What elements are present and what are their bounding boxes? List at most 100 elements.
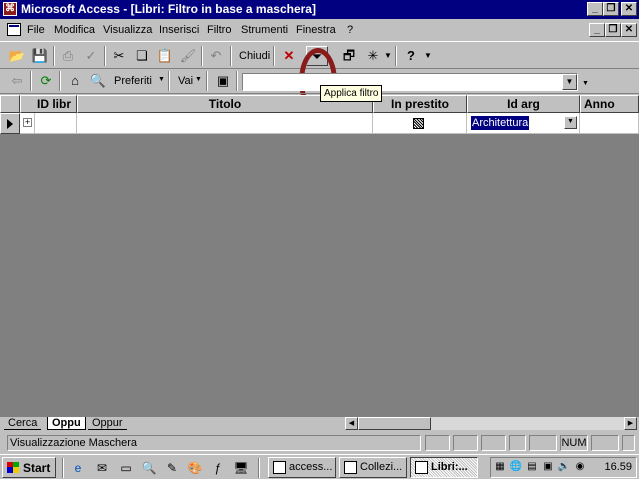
toolbar-separator [395,46,397,66]
status-panel [509,435,526,451]
cell-id-arg[interactable]: Architettura ▼ [467,113,580,134]
globe-icon[interactable]: 🌐 [509,460,523,474]
help-dropdown[interactable]: ▼ [424,51,432,60]
go-menu[interactable]: Vai [178,75,193,87]
title-bar[interactable]: ⌘ Microsoft Access - [Libri: Filtro in b… [0,0,639,19]
desktop-icon[interactable]: ▭ [118,460,134,476]
in-prestito-checkbox[interactable] [413,118,424,129]
open-button[interactable]: 📂 [6,46,28,66]
volume-icon[interactable]: 🔊 [557,460,571,474]
start-button[interactable]: Start [2,457,56,478]
help-button[interactable]: ? [400,46,422,66]
scroll-left-button[interactable]: ◀ [345,417,358,430]
minimize-button[interactable]: _ [587,2,603,16]
explorer-search-icon[interactable]: 🔍 [141,460,157,476]
task-button-libri[interactable]: Libri:... [410,457,478,478]
undo-button[interactable]: ↶ [205,46,227,66]
save-button[interactable]: 💾 [29,46,51,66]
menu-filtro[interactable]: Filtro [207,24,231,36]
clock[interactable]: 16.59 [604,461,632,473]
cell-anno[interactable] [580,113,639,134]
corner-selector[interactable] [0,95,20,113]
cut-button[interactable]: ✂ [108,46,130,66]
copy-icon: ❏ [136,48,148,63]
menu-visualizza[interactable]: Visualizza [103,24,152,36]
clear-grid-icon: ✕ [283,48,295,63]
id-arg-dropdown-button[interactable]: ▼ [564,116,577,129]
print-button[interactable]: ⎙ [57,46,79,66]
scroll-right-button[interactable]: ▶ [624,417,637,430]
cell-in-prestito[interactable] [373,113,467,134]
toolbar-separator [59,71,61,91]
restore-button[interactable]: ❐ [603,2,619,16]
outlook-icon[interactable]: ✉ [94,460,110,476]
copy-button[interactable]: ❏ [131,46,153,66]
close-button[interactable]: ✕ [621,2,637,16]
id-arg-value: Architettura [471,116,530,130]
row-selector[interactable] [0,113,20,134]
menu-file[interactable]: File [27,24,45,36]
home-button[interactable]: ⌂ [64,71,86,91]
format-painter-button[interactable]: 🖌 [177,46,199,66]
column-header-id-libro[interactable]: ID libr [20,95,77,113]
taskbar: Start e ✉ ▭ 🔍 ✎ 🎨 ƒ 🖥 access... Collezi.… [0,454,639,479]
back-arrow-icon: ⇦ [11,73,23,88]
show-only-web-toolbar-button[interactable]: ▣ [212,71,234,91]
clear-grid-button[interactable]: ✕ [278,46,300,66]
horizontal-scrollbar[interactable]: ◀ ▶ [345,417,637,430]
menu-help[interactable]: ? [347,24,353,36]
favorites-menu[interactable]: Preferiti [114,75,152,87]
subdatasheet-expand[interactable]: + [20,113,35,134]
paint-icon[interactable]: 🎨 [187,460,203,476]
doc-close-button[interactable]: ✕ [621,23,637,37]
network-icon[interactable]: ▦ [493,460,507,474]
tab-oppure-1[interactable]: Oppu [47,417,86,430]
internet-explorer-icon[interactable]: e [70,460,86,476]
cell-id-libro[interactable] [35,113,77,134]
task-button-access[interactable]: access... [268,457,336,478]
minimize-icon: _ [592,3,598,14]
go-dropdown[interactable]: ▼ [195,76,202,83]
window-button[interactable]: 🗗 [338,46,360,66]
menu-strumenti[interactable]: Strumenti [241,24,288,36]
access-key-icon[interactable]: ⌘ [3,2,17,16]
display-icon[interactable]: ▣ [541,460,555,474]
save-icon: 💾 [31,48,49,63]
filter-by-form-grid: ID libr Titolo In prestito Id arg Anno +… [0,95,639,417]
notepad-icon[interactable]: ✎ [164,460,180,476]
favorites-dropdown[interactable]: ▼ [158,76,165,83]
menu-inserisci[interactable]: Inserisci [159,24,199,36]
apply-filter-button[interactable]: ⏷ [306,46,328,66]
doc-minimize-button[interactable]: _ [589,23,605,37]
new-object-button[interactable]: ✳ [362,46,384,66]
doc-restore-button[interactable]: ❐ [605,23,621,37]
address-input[interactable]: ▼ [242,73,578,91]
status-panel [591,435,619,451]
scheduler-icon[interactable]: ▤ [525,460,539,474]
new-object-dropdown[interactable]: ▼ [384,51,392,60]
column-header-anno[interactable]: Anno [580,95,639,113]
spellcheck-button[interactable]: ✓ [80,46,102,66]
cell-titolo[interactable] [77,113,373,134]
scroll-thumb[interactable] [358,417,431,430]
toolbar-options-dropdown[interactable]: ▼ [582,80,589,87]
task-button-collezione[interactable]: Collezi... [339,457,407,478]
search-web-button[interactable]: 🔍 [87,71,109,91]
column-header-id-arg[interactable]: Id arg [467,95,580,113]
paste-button[interactable]: 📋 [154,46,176,66]
formula-icon[interactable]: ƒ [210,460,226,476]
tab-cerca[interactable]: Cerca [4,417,42,430]
toolbar-separator [104,46,106,66]
back-button[interactable]: ⇦ [6,71,28,91]
menu-modifica[interactable]: Modifica [54,24,95,36]
address-dropdown-button[interactable]: ▼ [562,74,577,90]
close-filter-button[interactable]: Chiudi [239,50,270,62]
document-icon[interactable] [7,23,21,36]
menu-finestra[interactable]: Finestra [296,24,336,36]
my-computer-icon[interactable]: 🖥 [233,460,249,476]
toolbar-separator [206,71,208,91]
antivirus-icon[interactable]: ◉ [573,460,587,474]
refresh-button[interactable]: ⟳ [35,71,57,91]
tab-oppure-2[interactable]: Oppur [88,417,127,430]
column-header-in-prestito[interactable]: In prestito [373,95,467,113]
